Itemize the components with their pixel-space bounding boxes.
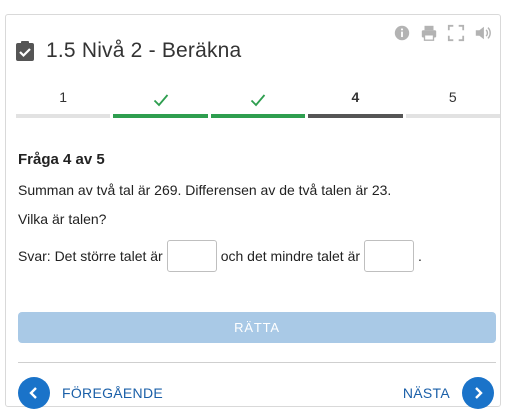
exercise-card: 1.5 Nivå 2 - Beräkna 1 4 5 Fråga 4 av 5 … <box>5 14 501 409</box>
larger-number-input[interactable] <box>166 240 217 272</box>
info-icon[interactable] <box>393 24 411 42</box>
question-content: Fråga 4 av 5 Summan av två tal är 269. D… <box>18 151 496 272</box>
question-prompt: Vilka är talen? <box>18 211 107 227</box>
step-2-bar <box>113 114 208 118</box>
checkmark-icon <box>250 94 266 107</box>
check-answer-button[interactable]: RÄTTA <box>18 312 496 343</box>
previous-button[interactable]: FÖREGÅENDE <box>18 377 163 409</box>
next-button[interactable]: NÄSTA <box>403 377 494 409</box>
title-row: 1.5 Nivå 2 - Beräkna <box>16 39 241 63</box>
step-1-bar <box>16 114 111 118</box>
step-1-label: 1 <box>59 89 68 105</box>
step-progress: 1 4 5 <box>16 87 501 118</box>
speaker-icon[interactable] <box>474 24 492 42</box>
previous-label: FÖREGÅENDE <box>62 385 164 401</box>
answer-suffix: . <box>418 248 422 264</box>
divider <box>18 362 496 363</box>
print-icon[interactable] <box>420 24 438 42</box>
step-2[interactable] <box>113 87 208 118</box>
smaller-number-input[interactable] <box>364 240 415 272</box>
clipboard-check-icon <box>16 41 34 61</box>
step-4-label: 4 <box>351 89 360 105</box>
step-3[interactable] <box>210 87 306 118</box>
answer-middle: och det mindre talet är <box>220 248 361 264</box>
answer-row: Svar: Det större talet är och det mindre… <box>18 240 496 272</box>
question-text: Summan av två tal är 269. Differensen av… <box>18 182 392 198</box>
step-4[interactable]: 4 <box>308 87 403 118</box>
question-title: Fråga 4 av 5 <box>18 151 105 168</box>
fullscreen-icon[interactable] <box>447 24 465 42</box>
toolbar <box>393 24 492 42</box>
page-title: 1.5 Nivå 2 - Beräkna <box>46 39 242 62</box>
step-4-bar <box>308 114 403 118</box>
step-5-bar <box>405 114 501 118</box>
answer-prefix: Svar: Det större talet är <box>18 248 163 264</box>
step-1[interactable]: 1 <box>16 87 111 118</box>
next-label: NÄSTA <box>402 385 450 401</box>
chevron-right-icon <box>462 377 494 409</box>
step-5[interactable]: 5 <box>405 87 501 118</box>
step-3-bar <box>210 114 306 118</box>
checkmark-icon <box>153 94 168 107</box>
chevron-left-icon <box>18 377 50 409</box>
step-5-label: 5 <box>448 89 457 105</box>
